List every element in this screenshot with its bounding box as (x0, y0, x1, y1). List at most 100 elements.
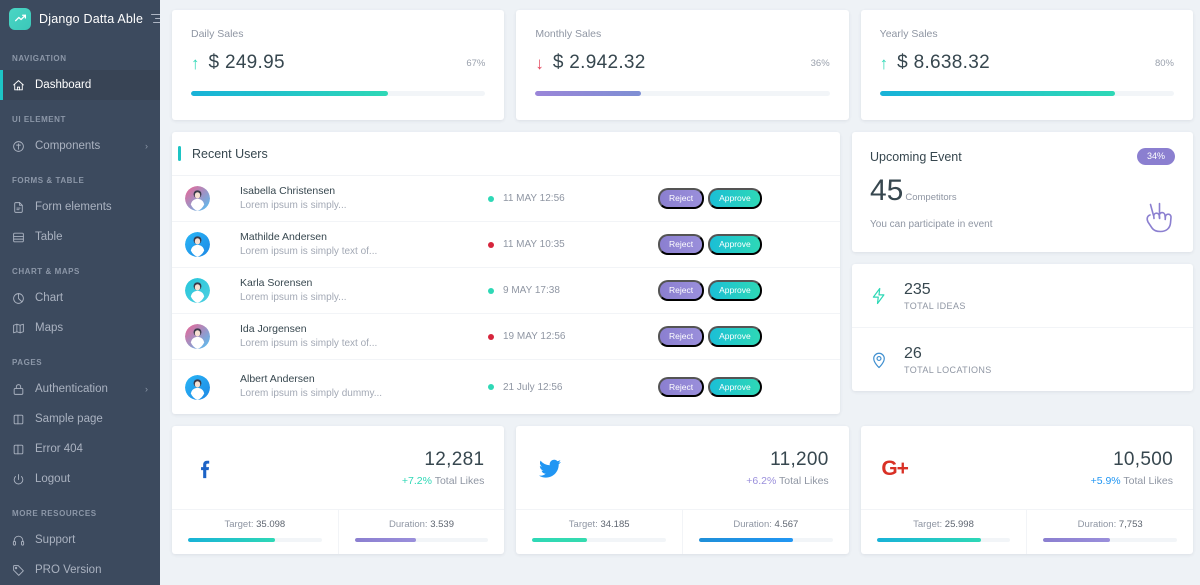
approve-button[interactable]: Approve (708, 326, 762, 347)
avatar (185, 278, 210, 303)
user-row: Isabella ChristensenLorem ipsum is simpl… (172, 176, 840, 222)
approve-button[interactable]: Approve (708, 188, 762, 209)
mid-row: Recent Users Isabella ChristensenLorem i… (172, 132, 1193, 414)
headset-icon (12, 534, 25, 547)
sidebar-caption-navigation: NAVIGATION (0, 37, 160, 70)
lock-icon (12, 383, 25, 396)
sidebar-caption-more-resources: MORE RESOURCES (0, 494, 160, 525)
stat-value: 235 (904, 280, 966, 299)
social-target: Target: 35.098 (172, 510, 338, 554)
trend-up-icon: ↑ (880, 55, 889, 72)
sidebar-item-authentication[interactable]: Authentication› (0, 374, 160, 404)
user-time-text: 11 MAY 12:56 (503, 193, 565, 204)
user-timestamp: 21 July 12:56 (488, 382, 658, 393)
recent-users-list: Isabella ChristensenLorem ipsum is simpl… (172, 176, 840, 414)
social-duration-value: 7,753 (1119, 519, 1143, 530)
sales-card-value: $ 2.942.32 (553, 52, 646, 74)
avatar (185, 186, 210, 211)
sales-card-title: Monthly Sales (535, 28, 829, 40)
social-delta: +6.2% (746, 475, 776, 487)
social-card-twitter: 11,200+6.2% Total LikesTarget: 34.185Dur… (516, 426, 848, 554)
sidebar-brand[interactable]: Django Datta Able (0, 0, 160, 37)
sidebar-item-chart[interactable]: Chart (0, 283, 160, 313)
social-target-value: 25.998 (945, 519, 974, 530)
user-time-text: 9 MAY 17:38 (503, 285, 560, 296)
social-target-label: Target: (224, 519, 253, 530)
sidebar-caption-pages: PAGES (0, 343, 160, 374)
social-duration-bar (699, 538, 833, 542)
user-info: Albert AndersenLorem ipsum is simply dum… (240, 372, 488, 402)
reject-button[interactable]: Reject (658, 377, 704, 398)
social-target-value: 34.185 (600, 519, 629, 530)
sidebar-item-dashboard[interactable]: Dashboard (0, 70, 160, 100)
user-description: Lorem ipsum is simply... (240, 199, 488, 214)
approve-button[interactable]: Approve (708, 280, 762, 301)
power-icon (12, 473, 25, 486)
page-icon (12, 413, 25, 426)
approve-button[interactable]: Approve (708, 234, 762, 255)
google-plus-glyph: G+ (881, 457, 908, 481)
user-actions: RejectApprove (658, 326, 762, 347)
sidebar-item-label: Error 404 (35, 443, 148, 455)
components-icon (12, 140, 25, 153)
event-header: Upcoming Event 34% (870, 148, 1175, 165)
user-info: Mathilde AndersenLorem ipsum is simply t… (240, 230, 488, 260)
reject-button[interactable]: Reject (658, 188, 704, 209)
app-logo-icon (9, 8, 31, 30)
sidebar-item-table[interactable]: Table (0, 222, 160, 252)
sidebar-caption-forms-table: FORMS & TABLE (0, 161, 160, 192)
social-duration-bar (355, 538, 489, 542)
user-row: Mathilde AndersenLorem ipsum is simply t… (172, 222, 840, 268)
sales-card-monthly-sales: Monthly Sales↓$ 2.942.3236% (516, 10, 848, 120)
side-column: Upcoming Event 34% 45 Competitors You ca… (852, 132, 1193, 391)
sales-progress-bar (191, 91, 485, 96)
tag-icon (12, 564, 25, 577)
sidebar-nav: NAVIGATIONDashboardUI ELEMENTComponents›… (0, 37, 160, 585)
user-actions: RejectApprove (658, 377, 762, 398)
sales-card-percent: 36% (811, 58, 830, 69)
reject-button[interactable]: Reject (658, 280, 704, 301)
social-cards-row: 12,281+7.2% Total LikesTarget: 35.098Dur… (172, 426, 1193, 554)
status-dot-icon (488, 334, 494, 340)
sidebar-item-label: Maps (35, 322, 148, 334)
approve-button[interactable]: Approve (708, 377, 762, 398)
user-actions: RejectApprove (658, 234, 762, 255)
sidebar-item-sample-page[interactable]: Sample page (0, 404, 160, 434)
social-target-label: Target: (569, 519, 598, 530)
status-dot-icon (488, 384, 494, 390)
social-target: Target: 25.998 (861, 510, 1027, 554)
social-duration-label: Duration: (1078, 519, 1117, 530)
sidebar-caption-chart-maps: CHART & MAPS (0, 252, 160, 283)
google-plus-icon: G+ (881, 455, 909, 483)
chevron-right-icon: › (145, 141, 148, 151)
avatar (185, 324, 210, 349)
social-target-bar (877, 538, 1011, 542)
user-actions: RejectApprove (658, 280, 762, 301)
avatar (185, 375, 210, 400)
sidebar-item-error-404[interactable]: Error 404 (0, 434, 160, 464)
sidebar-item-maps[interactable]: Maps (0, 313, 160, 343)
user-row: Ida JorgensenLorem ipsum is simply text … (172, 314, 840, 360)
sidebar-item-support[interactable]: Support (0, 525, 160, 555)
reject-button[interactable]: Reject (658, 234, 704, 255)
user-name: Albert Andersen (240, 372, 488, 387)
sidebar-item-components[interactable]: Components› (0, 131, 160, 161)
user-timestamp: 9 MAY 17:38 (488, 285, 658, 296)
event-count: 45 (870, 176, 903, 206)
twitter-icon (536, 455, 564, 483)
status-dot-icon (488, 196, 494, 202)
sidebar-item-label: PRO Version (35, 564, 148, 576)
reject-button[interactable]: Reject (658, 326, 704, 347)
sidebar-item-label: Dashboard (35, 79, 148, 91)
user-name: Ida Jorgensen (240, 322, 488, 337)
sidebar-item-label: Table (35, 231, 148, 243)
sidebar-item-logout[interactable]: Logout (0, 464, 160, 494)
user-time-text: 11 MAY 10:35 (503, 239, 565, 250)
sidebar-item-form-elements[interactable]: Form elements (0, 192, 160, 222)
sales-progress-bar (880, 91, 1174, 96)
user-name: Isabella Christensen (240, 184, 488, 199)
user-timestamp: 19 MAY 12:56 (488, 331, 658, 342)
menu-toggle-icon[interactable] (151, 14, 160, 23)
sidebar-item-pro-version[interactable]: PRO Version (0, 555, 160, 585)
user-row: Karla SorensenLorem ipsum is simply...9 … (172, 268, 840, 314)
